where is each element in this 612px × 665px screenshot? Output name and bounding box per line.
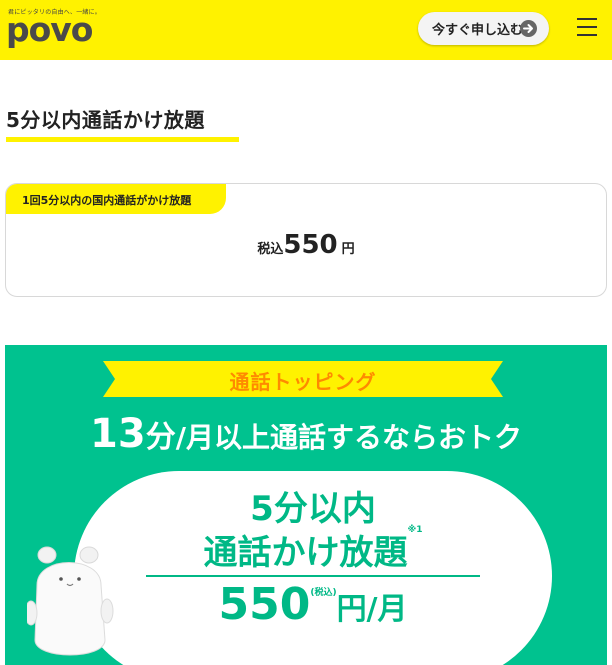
hamburger-menu-icon[interactable] — [577, 18, 597, 36]
site-header: 君にピッタリの自由へ、一緒に。 povo 今すぐ申し込む — [0, 0, 612, 60]
offer-line-1: 5分以内 — [250, 489, 376, 529]
price-value: 550 — [283, 230, 338, 260]
offer-price-unit: 円/月 — [336, 592, 408, 627]
povo-logo[interactable]: 君にピッタリの自由へ、一緒に。 povo — [6, 6, 101, 52]
offer-line-2: 通話かけ放題※1 — [74, 525, 552, 574]
offer-price-value: 550 — [218, 579, 311, 630]
offer-price: 550(税込)円/月 — [74, 579, 552, 630]
topping-ribbon: 通話トッピング — [103, 361, 503, 397]
price-unit: 円 — [341, 242, 355, 257]
plan-description: 1回5分以内の国内通話がかけ放題 — [22, 194, 192, 207]
page-title: 5分以内通話かけ放題 — [6, 108, 205, 132]
offer-line-2-text: 通話かけ放題 — [203, 533, 408, 573]
plan-description-tab: 1回5分以内の国内通話がかけ放題 — [6, 184, 226, 214]
ribbon-label: 通話トッピング — [229, 370, 377, 394]
apply-now-label: 今すぐ申し込む — [432, 23, 524, 38]
headline-rest: /月以上通話するならおトク — [175, 421, 522, 454]
offer-divider — [146, 575, 480, 577]
offer-note-mark: ※1 — [407, 525, 423, 535]
banner-footnote: ※1 一部通話は対象外。※通話+データで利用可能。 — [212, 644, 400, 653]
title-underline — [6, 137, 239, 142]
plan-price-card: 1回5分以内の国内通話がかけ放題 税込550 円 — [5, 183, 607, 297]
plan-price: 税込550 円 — [6, 230, 606, 260]
logo-wordmark: povo — [6, 10, 93, 49]
page-title-block: 5分以内通話かけ放題 — [6, 104, 239, 142]
promo-banner[interactable]: 通話トッピング 13分/月以上通話するならおトク 5分以内 通話かけ放題※1 5… — [5, 345, 607, 665]
headline-number: 13 — [90, 411, 146, 457]
banner-headline: 13分/月以上通話するならおトク — [5, 411, 607, 457]
apply-now-button[interactable]: 今すぐ申し込む — [418, 12, 549, 45]
arrow-right-circle-icon — [520, 20, 537, 37]
offer-pill: 5分以内 通話かけ放題※1 550(税込)円/月 — [74, 471, 552, 665]
offer-price-tax: (税込) — [310, 588, 337, 598]
price-prefix: 税込 — [257, 242, 284, 257]
headline-unit: 分 — [145, 420, 176, 455]
